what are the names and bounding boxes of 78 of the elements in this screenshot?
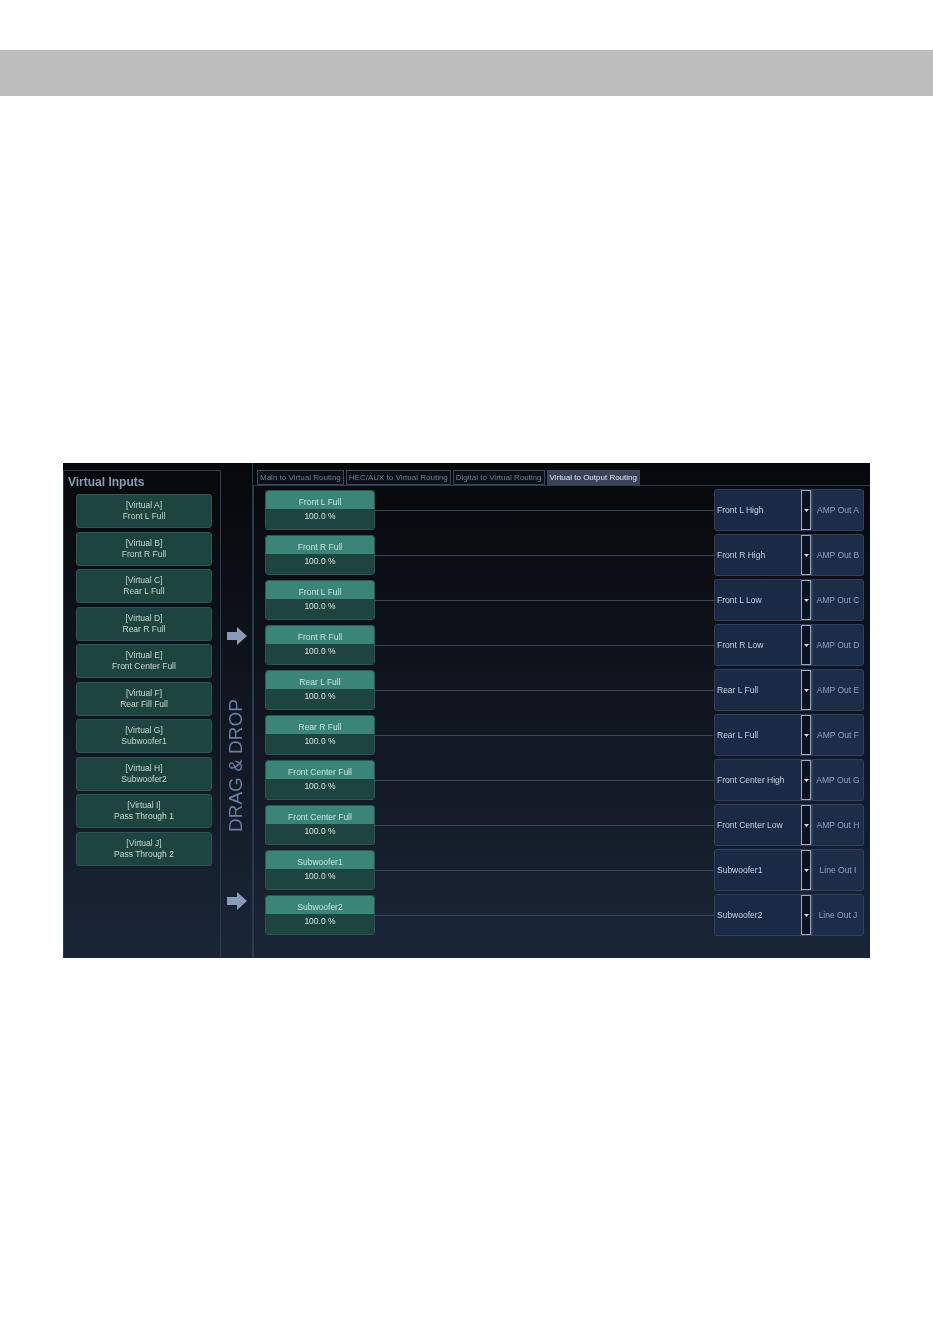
- output-select[interactable]: Rear L Full: [714, 714, 812, 756]
- source-name: Subwoofer2: [266, 896, 374, 914]
- virtual-input-button[interactable]: [Virtual J] Pass Through 2: [76, 831, 212, 866]
- output-label: AMP Out E: [812, 669, 864, 711]
- virtual-input-button[interactable]: [Virtual G] Subwoofer1: [76, 719, 212, 753]
- virtual-input-button[interactable]: [Virtual D] Rear R Full: [76, 606, 212, 641]
- output-select[interactable]: Front L High: [714, 489, 812, 531]
- routing-tab[interactable]: Main to Virtual Routing: [257, 470, 344, 485]
- dropdown-caret-icon[interactable]: [801, 760, 811, 800]
- dropdown-caret-icon[interactable]: [801, 580, 811, 620]
- routing-tab[interactable]: Virtual to Output Routing: [546, 470, 640, 485]
- gain-value: 100.0 %: [266, 869, 374, 889]
- virtual-input-button[interactable]: [Virtual C] Rear L Full: [76, 569, 212, 603]
- virtual-input-button[interactable]: [Virtual A] Front L Full: [76, 494, 212, 528]
- gain-value: 100.0 %: [266, 599, 374, 619]
- dropdown-caret-icon[interactable]: [801, 715, 811, 755]
- dropdown-caret-icon[interactable]: [801, 895, 811, 935]
- source-block[interactable]: Front L Full 100.0 %: [265, 580, 375, 620]
- routing-tab[interactable]: HEC/AUX to Virtual Routing: [345, 470, 451, 485]
- virtual-input-button[interactable]: [Virtual B] Front R Full: [76, 531, 212, 566]
- output-select[interactable]: Front R High: [714, 534, 812, 576]
- source-name: Front L Full: [266, 581, 374, 599]
- source-block[interactable]: Front Center Full 100.0 %: [265, 760, 375, 800]
- source-name: Front Center Full: [266, 806, 374, 824]
- gain-value: 100.0 %: [266, 734, 374, 754]
- output-label: AMP Out D: [812, 624, 864, 666]
- virtual-input-button[interactable]: [Virtual F] Rear Fill Full: [76, 681, 212, 716]
- source-block[interactable]: Subwoofer2 100.0 %: [265, 895, 375, 935]
- output-select[interactable]: Subwoofer1: [714, 849, 812, 891]
- source-block[interactable]: Front R Full 100.0 %: [265, 535, 375, 575]
- source-block[interactable]: Front R Full 100.0 %: [265, 625, 375, 665]
- output-label: AMP Out C: [812, 579, 864, 621]
- source-name: Front L Full: [266, 491, 374, 509]
- output-label: Line Out I: [812, 849, 864, 891]
- output-select[interactable]: Front Center High: [714, 759, 812, 801]
- dropdown-caret-icon[interactable]: [801, 850, 811, 890]
- source-name: Subwoofer1: [266, 851, 374, 869]
- source-block[interactable]: Front L Full 100.0 %: [265, 490, 375, 530]
- virtual-input-button[interactable]: [Virtual E] Front Center Full: [76, 644, 212, 678]
- source-name: Front R Full: [266, 626, 374, 644]
- source-name: Rear L Full: [266, 671, 374, 689]
- source-block[interactable]: Rear R Full 100.0 %: [265, 715, 375, 755]
- right-arrow-icon: [226, 627, 247, 645]
- output-select[interactable]: Subwoofer2: [714, 894, 812, 936]
- output-select[interactable]: Front L Low: [714, 579, 812, 621]
- source-block[interactable]: Subwoofer1 100.0 %: [265, 850, 375, 890]
- dropdown-caret-icon[interactable]: [801, 670, 811, 710]
- source-block[interactable]: Rear L Full 100.0 %: [265, 670, 375, 710]
- dropdown-caret-icon[interactable]: [801, 625, 811, 665]
- output-label: AMP Out H: [812, 804, 864, 846]
- virtual-input-button[interactable]: [Virtual H] Subwoofer2: [76, 756, 212, 791]
- drag-drop-label: DRAG & DROP: [224, 699, 248, 833]
- source-name: Rear R Full: [266, 716, 374, 734]
- gain-value: 100.0 %: [266, 914, 374, 934]
- routing-tab[interactable]: Digital to Virtual Routing: [452, 470, 545, 485]
- dropdown-caret-icon[interactable]: [801, 805, 811, 845]
- output-select[interactable]: Front Center Low: [714, 804, 812, 846]
- gain-value: 100.0 %: [266, 509, 374, 529]
- dropdown-caret-icon[interactable]: [801, 535, 811, 575]
- gain-value: 100.0 %: [266, 644, 374, 664]
- output-select[interactable]: Rear L Full: [714, 669, 812, 711]
- gain-value: 100.0 %: [266, 779, 374, 799]
- dropdown-caret-icon[interactable]: [801, 490, 811, 530]
- output-label: Line Out J: [812, 894, 864, 936]
- sidebar-title: Virtual Inputs: [67, 474, 146, 491]
- source-block[interactable]: Front Center Full 100.0 %: [265, 805, 375, 845]
- virtual-input-button[interactable]: [Virtual I] Pass Through 1: [76, 794, 212, 828]
- output-label: AMP Out F: [812, 714, 864, 756]
- output-label: AMP Out G: [812, 759, 864, 801]
- output-select[interactable]: Front R Low: [714, 624, 812, 666]
- output-label: AMP Out B: [812, 534, 864, 576]
- right-arrow-icon: [226, 892, 247, 911]
- source-name: Front R Full: [266, 536, 374, 554]
- gain-value: 100.0 %: [266, 824, 374, 844]
- gain-value: 100.0 %: [266, 689, 374, 709]
- gain-value: 100.0 %: [266, 554, 374, 574]
- output-label: AMP Out A: [812, 489, 864, 531]
- source-name: Front Center Full: [266, 761, 374, 779]
